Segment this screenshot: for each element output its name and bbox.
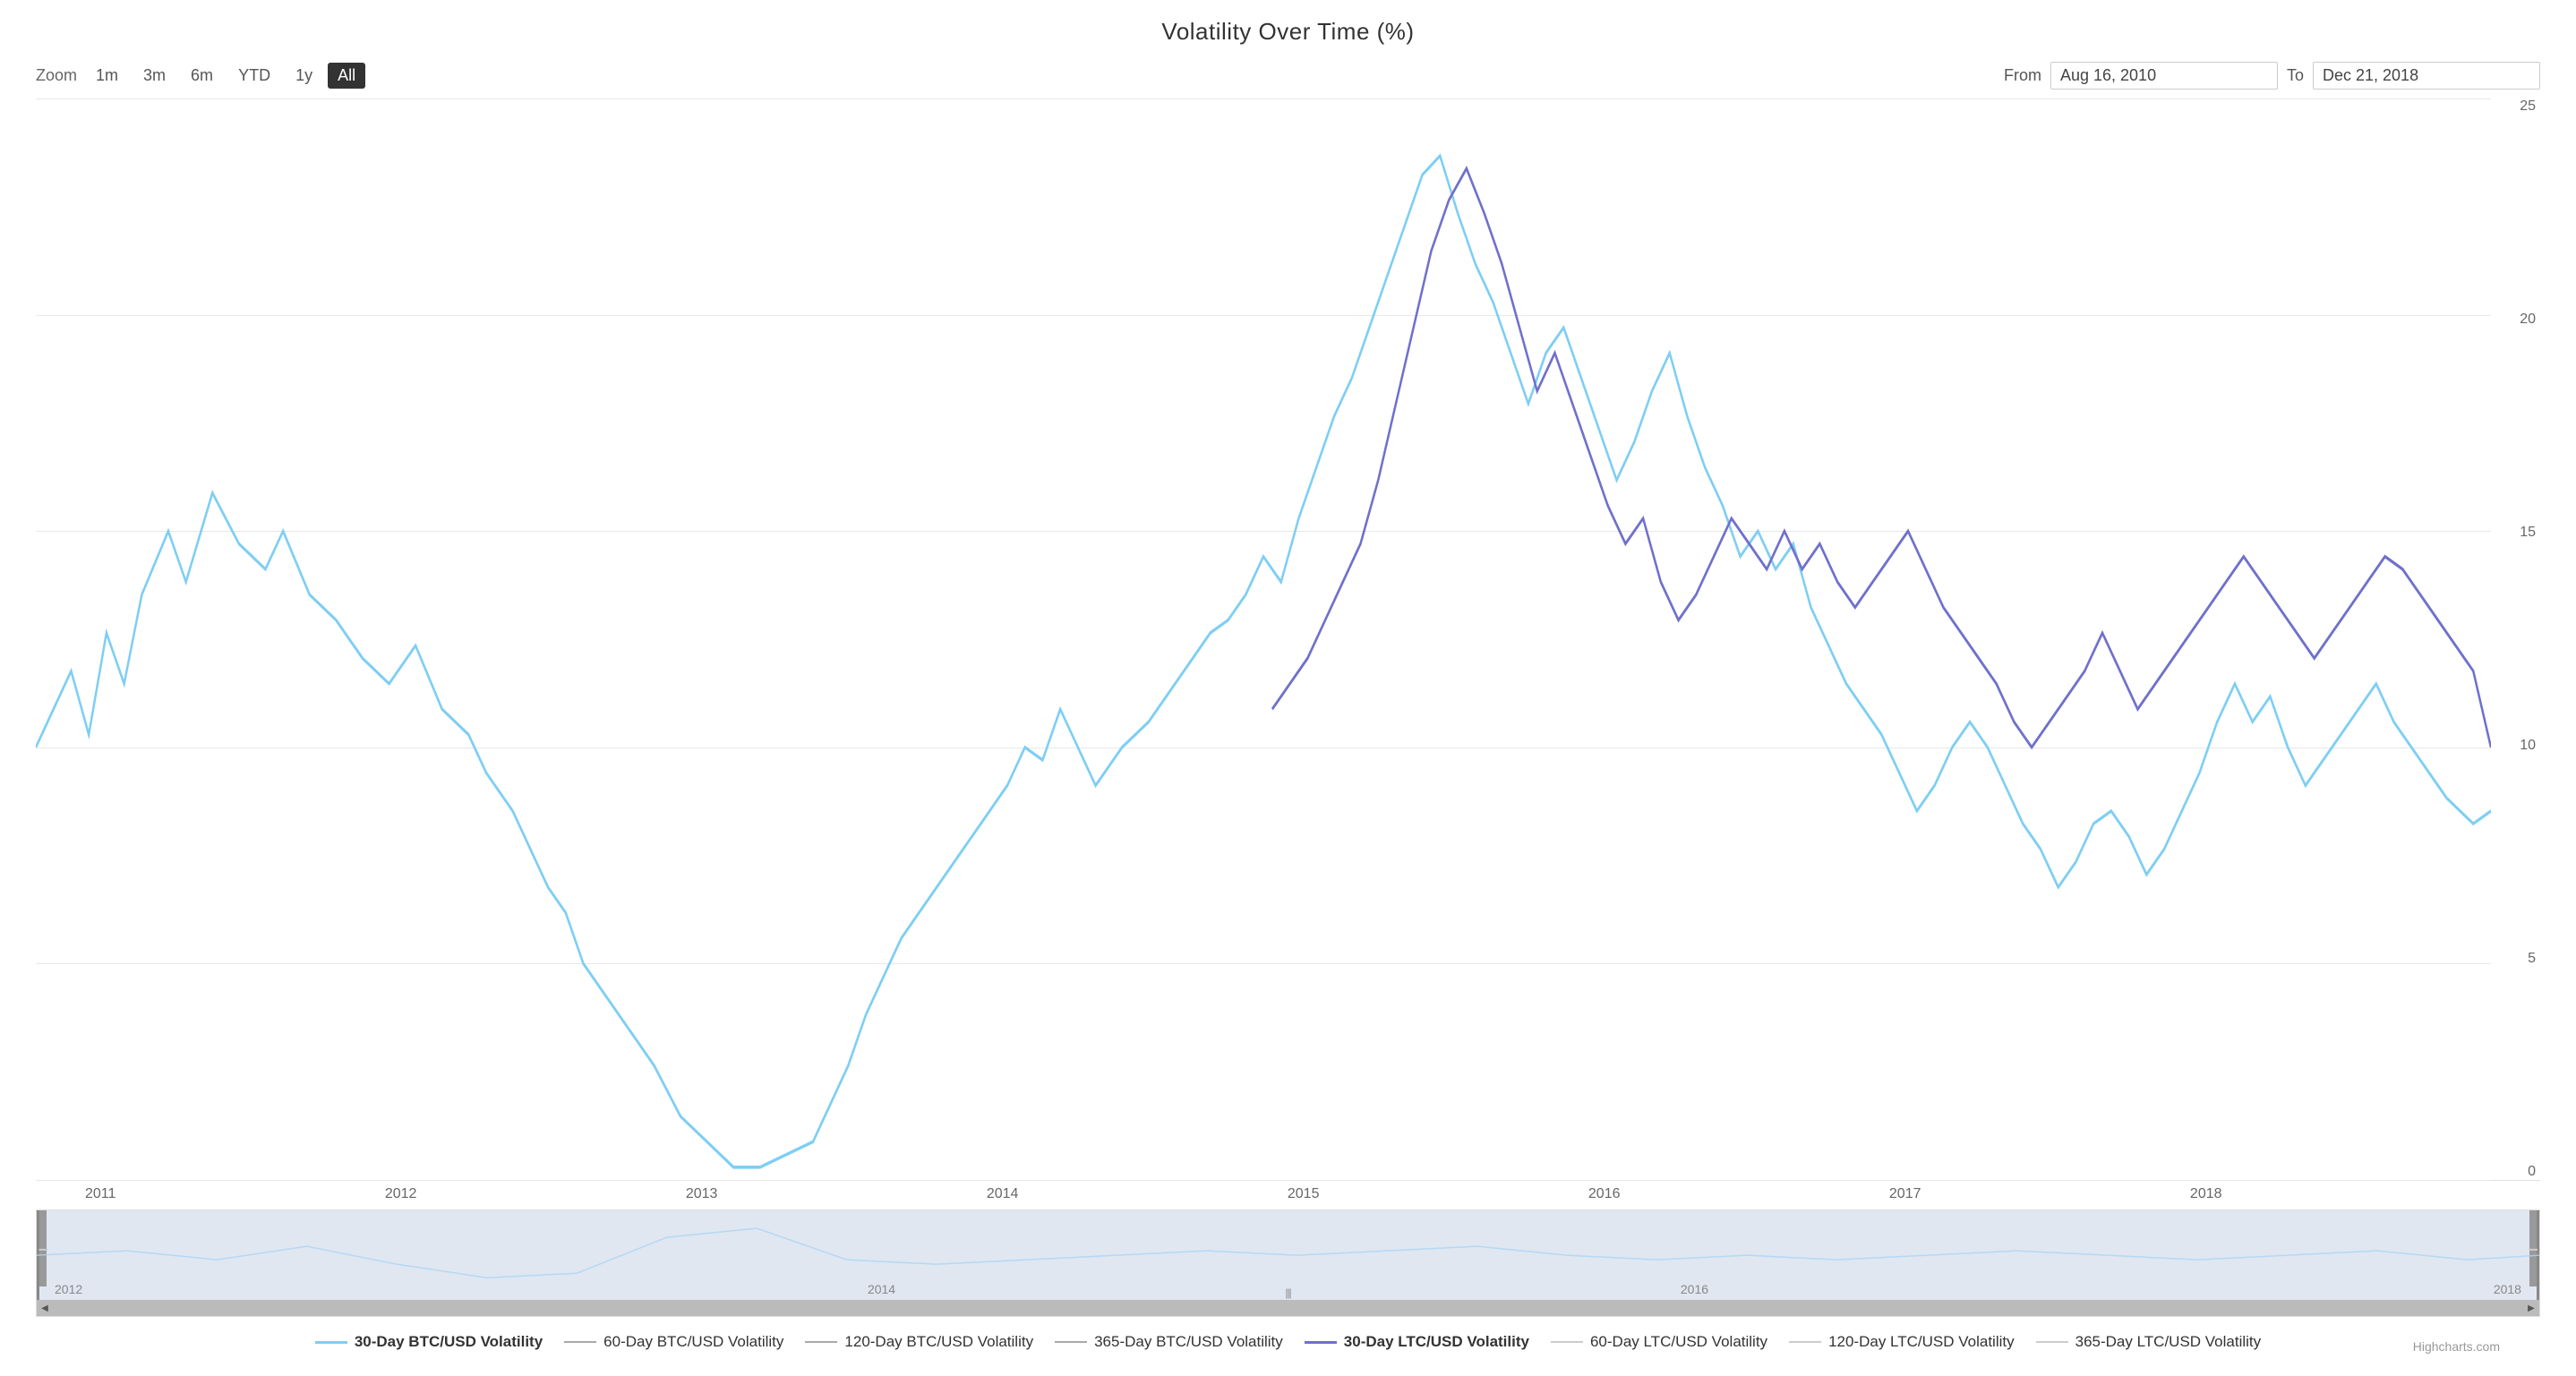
y-label-20: 20 [2491,312,2540,328]
navigator-area[interactable]: ||| ||| 2012 2014 2016 2018 ||| [36,1209,2540,1317]
legend-label-ltc30: 30-Day LTC/USD Volatility [1344,1333,1529,1351]
zoom-3m-button[interactable]: 3m [133,63,175,89]
scroll-thumb[interactable] [53,1300,2523,1316]
zoom-6m-button[interactable]: 6m [181,63,223,89]
legend-line-btc60 [564,1341,596,1343]
legend-line-btc30 [315,1341,347,1344]
legend-label-ltc120: 120-Day LTC/USD Volatility [1828,1333,2015,1351]
navigator-bottom-handle[interactable]: ||| [1285,1286,1290,1299]
legend-line-ltc365 [2036,1341,2068,1343]
legend-label-ltc365: 365-Day LTC/USD Volatility [2075,1333,2262,1351]
legend-line-btc365 [1055,1341,1087,1343]
legend-item-btc120[interactable]: 120-Day BTC/USD Volatility [805,1333,1033,1351]
legend: 30-Day BTC/USD Volatility 60-Day BTC/USD… [36,1317,2540,1358]
legend-item-ltc60[interactable]: 60-Day LTC/USD Volatility [1551,1333,1767,1351]
zoom-1y-button[interactable]: 1y [286,63,322,89]
date-range: From To [2004,62,2540,90]
legend-line-btc120 [805,1341,837,1343]
zoom-controls: Zoom 1m 3m 6m YTD 1y All [36,63,365,89]
legend-item-ltc365[interactable]: 365-Day LTC/USD Volatility [2036,1333,2262,1351]
chart-plot: 25 20 15 10 5 0 [36,98,2540,1181]
to-label: To [2287,66,2304,85]
x-label-2012: 2012 [385,1186,417,1202]
from-label: From [2004,66,2041,85]
x-label-2018: 2018 [2190,1186,2222,1202]
legend-label-btc30: 30-Day BTC/USD Volatility [355,1333,543,1351]
zoom-label: Zoom [36,66,77,85]
chart-svg [36,98,2491,1180]
legend-label-btc120: 120-Day BTC/USD Volatility [844,1333,1033,1351]
legend-label-btc365: 365-Day BTC/USD Volatility [1094,1333,1283,1351]
main-chart-area: 25 20 15 10 5 0 2011 2012 2013 2014 2015… [36,98,2540,1358]
x-label-2014: 2014 [987,1186,1019,1202]
legend-item-ltc30[interactable]: 30-Day LTC/USD Volatility [1305,1333,1529,1351]
navigator-scrollbar[interactable]: ◀ ▶ [37,1300,2539,1316]
to-date-input[interactable] [2313,62,2540,90]
legend-item-btc365[interactable]: 365-Day BTC/USD Volatility [1055,1333,1283,1351]
x-axis-labels: 2011 2012 2013 2014 2015 2016 2017 2018 [36,1181,2540,1202]
zoom-ytd-button[interactable]: YTD [228,63,280,89]
y-label-10: 10 [2491,738,2540,754]
x-label-2011: 2011 [85,1186,116,1202]
highcharts-credit: Highcharts.com [2413,1339,2500,1354]
legend-line-ltc120 [1789,1341,1821,1343]
scroll-left-arrow[interactable]: ◀ [37,1300,53,1316]
x-label-2015: 2015 [1288,1186,1320,1202]
legend-item-btc30[interactable]: 30-Day BTC/USD Volatility [315,1333,543,1351]
y-label-0: 0 [2491,1164,2540,1180]
chart-title: Volatility Over Time (%) [36,18,2540,46]
legend-item-ltc120[interactable]: 120-Day LTC/USD Volatility [1789,1333,2015,1351]
legend-line-ltc60 [1551,1341,1583,1343]
scroll-right-arrow[interactable]: ▶ [2523,1300,2539,1316]
legend-label-btc60: 60-Day BTC/USD Volatility [603,1333,783,1351]
y-label-25: 25 [2491,98,2540,115]
scroll-track[interactable] [53,1300,2523,1316]
legend-item-btc60[interactable]: 60-Day BTC/USD Volatility [564,1333,783,1351]
chart-container: Volatility Over Time (%) Zoom 1m 3m 6m Y… [0,0,2576,1376]
x-label-2017: 2017 [1889,1186,1921,1202]
toolbar: Zoom 1m 3m 6m YTD 1y All From To [36,62,2540,90]
y-label-5: 5 [2491,951,2540,967]
legend-label-ltc60: 60-Day LTC/USD Volatility [1590,1333,1767,1351]
y-axis-labels: 25 20 15 10 5 0 [2491,98,2540,1180]
y-label-15: 15 [2491,525,2540,541]
from-date-input[interactable] [2050,62,2278,90]
x-label-2016: 2016 [1588,1186,1621,1202]
x-label-2013: 2013 [686,1186,718,1202]
zoom-1m-button[interactable]: 1m [86,63,128,89]
zoom-all-button[interactable]: All [328,63,365,89]
legend-line-ltc30 [1305,1341,1337,1344]
